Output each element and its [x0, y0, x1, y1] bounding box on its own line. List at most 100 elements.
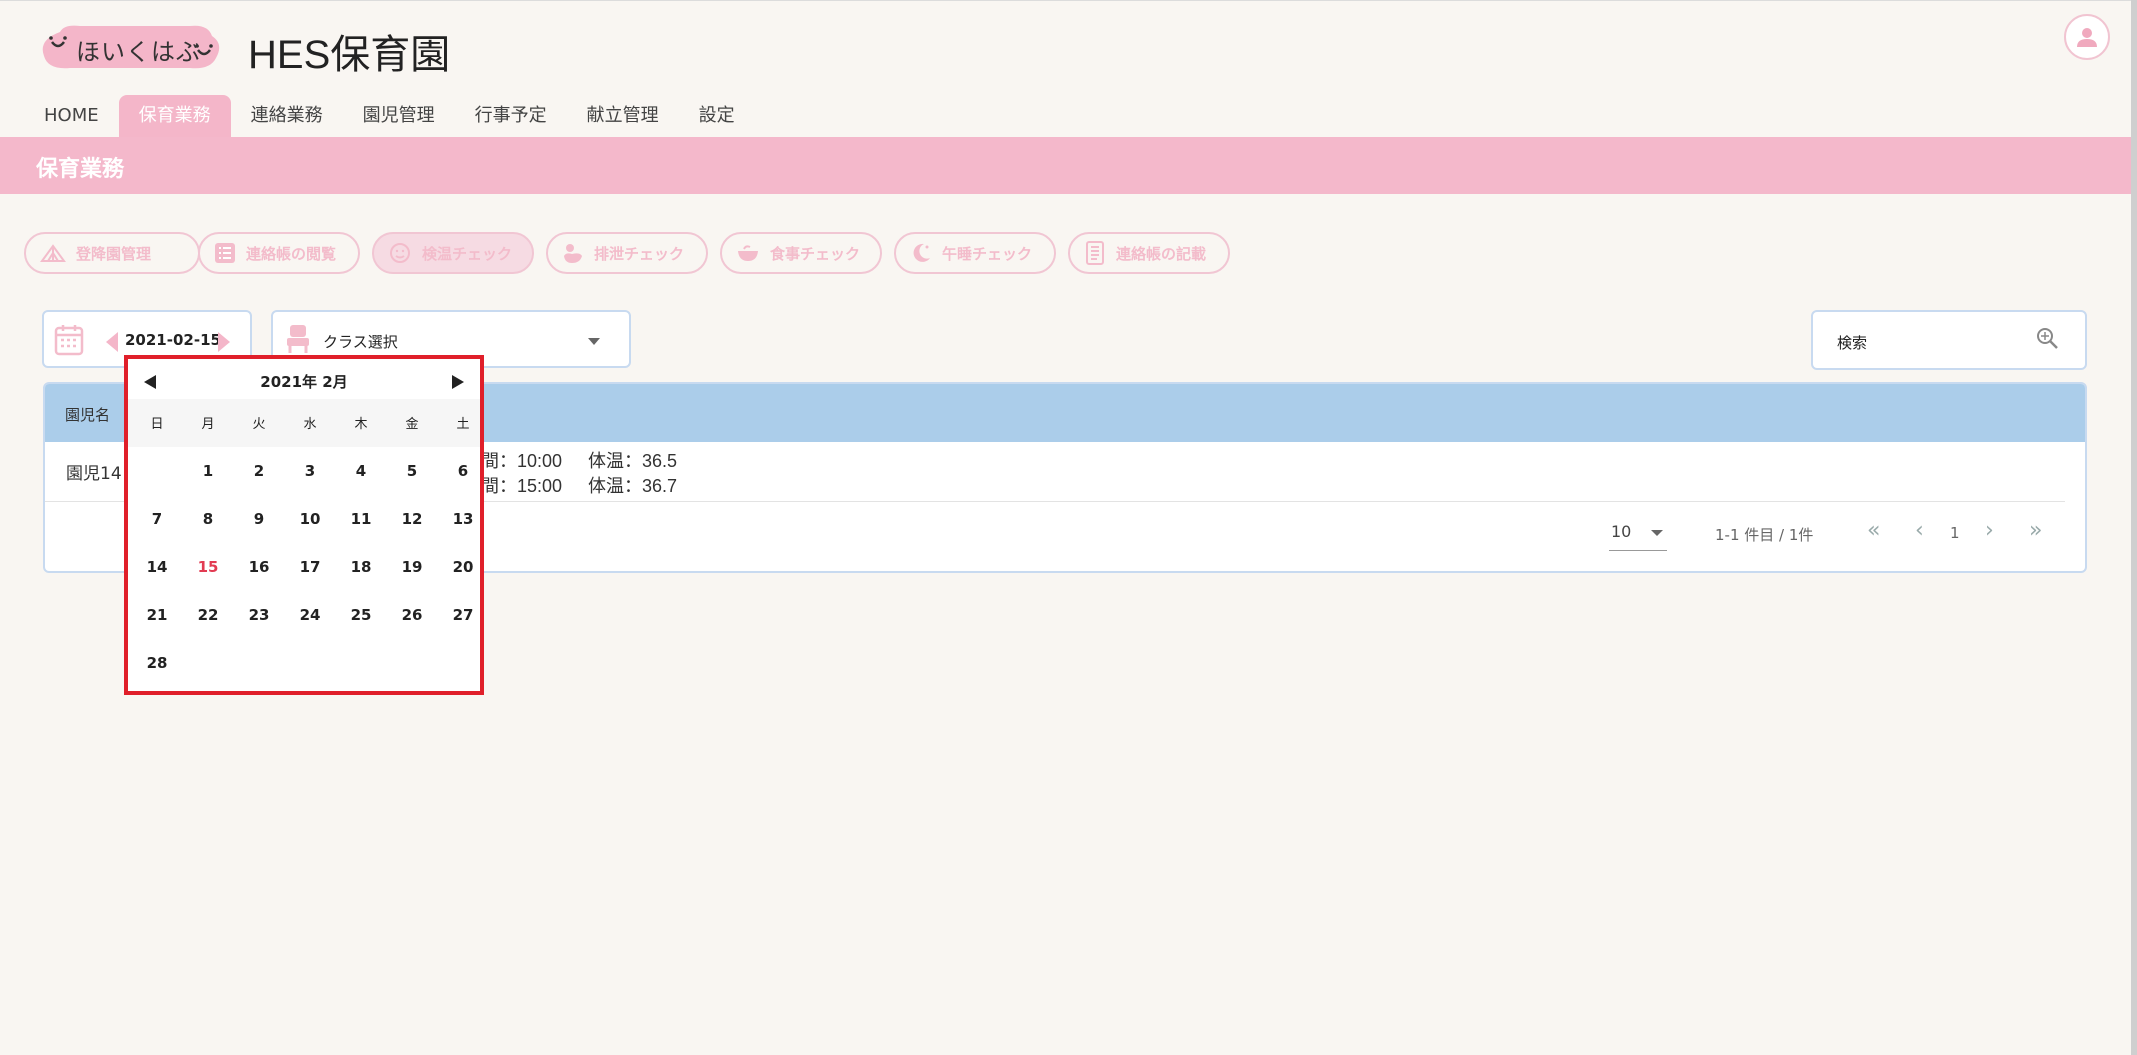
- site-title: HES保育園: [248, 33, 451, 77]
- calendar-day[interactable]: 19: [387, 543, 437, 591]
- nap-check-label: 午睡チェック: [942, 244, 1033, 263]
- calendar-day[interactable]: 12: [387, 495, 437, 543]
- calendar-day-selected[interactable]: 15: [183, 543, 233, 591]
- temperature-check-button[interactable]: 検温チェック: [372, 232, 534, 274]
- pagination-range: 1-1 件目 / 1件: [1715, 526, 1814, 544]
- record-temp-1: 体温：36.5: [588, 451, 678, 471]
- attendance-button[interactable]: 登降園管理: [24, 232, 200, 274]
- tab-menu-management[interactable]: 献立管理: [567, 95, 679, 137]
- write-notebook-button[interactable]: 連絡帳の記載: [1068, 232, 1230, 274]
- per-page-value: 10: [1611, 522, 1632, 541]
- attendance-label: 登降園管理: [76, 244, 152, 263]
- previous-day-button[interactable]: [106, 332, 118, 352]
- search-icon[interactable]: [2035, 326, 2059, 350]
- child-name-cell: 園児14: [66, 464, 122, 484]
- calendar-popup: 2021年 2月 日月火水木金土 1 2 3 4 5 6 7 8 9 10 11 12 13 14 15 16 1…: [124, 355, 484, 695]
- calendar-day[interactable]: 24: [285, 591, 335, 639]
- logo-text: ほいくはぶ: [76, 38, 201, 66]
- calendar-day[interactable]: 8: [183, 495, 233, 543]
- calendar-day[interactable]: 11: [336, 495, 386, 543]
- record-temp-2: 体温：36.7: [588, 476, 678, 496]
- calendar-day[interactable]: 7: [132, 495, 182, 543]
- tab-childcare-work[interactable]: 保育業務: [118, 95, 231, 137]
- weekday-label: 日: [150, 417, 164, 432]
- calendar-day[interactable]: 13: [438, 495, 488, 543]
- list-icon: [215, 243, 235, 263]
- calendar-day[interactable]: 4: [336, 447, 386, 495]
- chevron-down-icon: [1651, 530, 1663, 536]
- calendar-day[interactable]: 26: [387, 591, 437, 639]
- section-title: 保育業務: [36, 157, 125, 182]
- tab-event-schedule[interactable]: 行事予定: [455, 95, 567, 137]
- bowl-icon: [738, 245, 758, 261]
- record-time-1: 間：10:00: [481, 451, 563, 471]
- toilet-check-button[interactable]: 排泄チェック: [546, 232, 708, 274]
- calendar-day[interactable]: 2: [234, 447, 284, 495]
- calendar-day[interactable]: 20: [438, 543, 488, 591]
- weekday-label: 土: [456, 417, 470, 432]
- calendar-day[interactable]: 18: [336, 543, 386, 591]
- date-value: 2021-02-15: [125, 331, 221, 349]
- tab-home[interactable]: HOME: [24, 95, 119, 137]
- prev-page-icon[interactable]: ‹: [1915, 518, 1924, 543]
- calendar-day[interactable]: 6: [438, 447, 488, 495]
- write-notebook-label: 連絡帳の記載: [1116, 244, 1207, 263]
- toilet-check-label: 排泄チェック: [594, 244, 685, 263]
- calendar-day[interactable]: 23: [234, 591, 284, 639]
- calendar-icon: [54, 325, 84, 356]
- calendar-day[interactable]: 21: [132, 591, 182, 639]
- chevron-down-icon: [588, 338, 600, 345]
- tab-child-management[interactable]: 園児管理: [343, 95, 455, 137]
- notebook-icon: [1086, 241, 1104, 265]
- tab-contact-work[interactable]: 連絡業務: [231, 95, 343, 137]
- meal-check-label: 食事チェック: [770, 244, 861, 263]
- top-border: [0, 0, 2137, 1]
- user-account-button[interactable]: [2064, 14, 2110, 60]
- calendar-day[interactable]: 25: [336, 591, 386, 639]
- meal-check-button[interactable]: 食事チェック: [720, 232, 882, 274]
- calendar-day[interactable]: 22: [183, 591, 233, 639]
- next-day-button[interactable]: [218, 332, 230, 352]
- weekday-label: 木: [354, 417, 368, 432]
- first-page-icon[interactable]: «: [1867, 518, 1880, 543]
- logo[interactable]: ほいくはぶ: [40, 24, 222, 70]
- user-icon: [2077, 28, 2097, 47]
- classroom-icon: [287, 325, 309, 353]
- calendar-day[interactable]: 9: [234, 495, 284, 543]
- calendar-day[interactable]: 10: [285, 495, 335, 543]
- calendar-day[interactable]: 28: [132, 639, 182, 687]
- temperature-check-label: 検温チェック: [422, 244, 513, 263]
- last-page-icon[interactable]: »: [2029, 518, 2042, 543]
- weekday-label: 火: [252, 417, 266, 432]
- weekday-label: 月: [201, 417, 215, 432]
- tent-icon: [40, 244, 66, 262]
- thermometer-face-icon: [390, 243, 410, 263]
- calendar-day[interactable]: 14: [132, 543, 182, 591]
- calendar-day[interactable]: 16: [234, 543, 284, 591]
- section-banner: 保育業務: [0, 137, 2131, 194]
- nap-check-button[interactable]: 午睡チェック: [894, 232, 1056, 274]
- page-scrollbar[interactable]: [2131, 0, 2137, 1055]
- tab-settings[interactable]: 設定: [679, 95, 755, 137]
- next-page-icon[interactable]: ›: [1985, 518, 1994, 543]
- per-page-select[interactable]: 10: [1609, 514, 1667, 551]
- weekday-label: 水: [303, 417, 317, 432]
- duck-icon: [564, 244, 582, 263]
- main-nav: HOME 保育業務 連絡業務 園児管理 行事予定 献立管理 設定: [24, 95, 755, 137]
- weekday-label: 金: [405, 417, 419, 432]
- column-child-name: 園児名: [65, 406, 111, 424]
- calendar-month-title: 2021年 2月: [260, 373, 348, 391]
- view-notebook-button[interactable]: 連絡帳の閲覧: [198, 232, 360, 274]
- calendar-day[interactable]: 5: [387, 447, 437, 495]
- moon-stars-icon: [913, 243, 930, 262]
- calendar-day[interactable]: 27: [438, 591, 488, 639]
- class-select-label: クラス選択: [323, 333, 398, 351]
- calendar-day[interactable]: 3: [285, 447, 335, 495]
- current-page: 1: [1950, 524, 1960, 542]
- search-field[interactable]: 検索: [1811, 310, 2087, 370]
- search-label: 検索: [1837, 334, 1868, 352]
- calendar-day[interactable]: 17: [285, 543, 335, 591]
- next-month-button[interactable]: [452, 375, 464, 389]
- calendar-day[interactable]: 1: [183, 447, 233, 495]
- view-notebook-label: 連絡帳の閲覧: [246, 244, 337, 263]
